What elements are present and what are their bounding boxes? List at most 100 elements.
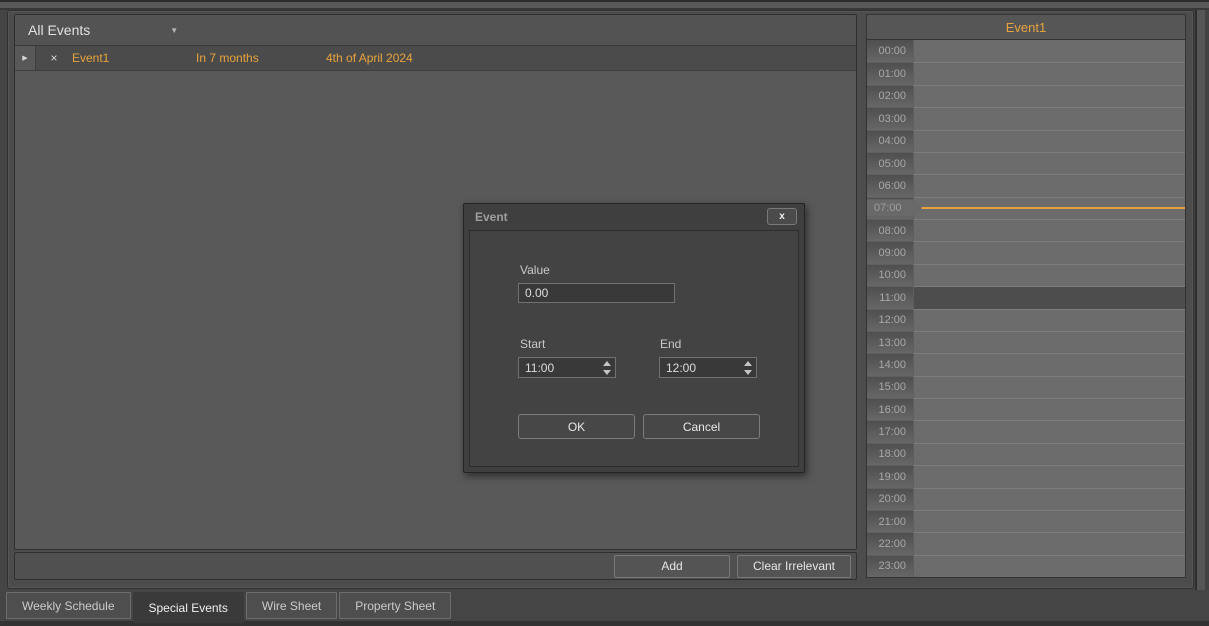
spin-up-icon[interactable]	[744, 361, 752, 366]
ok-button[interactable]: OK	[518, 414, 635, 439]
hour-row-11:00: 11:00	[867, 286, 1185, 308]
hour-cell[interactable]	[913, 465, 1185, 487]
event-recurrence-cell: In 7 months	[196, 51, 326, 65]
close-icon[interactable]: x	[767, 208, 797, 225]
hour-cell[interactable]	[913, 286, 1185, 308]
hour-row-20:00: 20:00	[867, 488, 1185, 510]
hour-cell[interactable]	[913, 309, 1185, 331]
top-toolbar-edge	[0, 0, 1209, 10]
hour-row-01:00: 01:00	[867, 62, 1185, 84]
window-right-edge	[1195, 10, 1209, 590]
tab-property-sheet[interactable]: Property Sheet	[339, 592, 451, 619]
hour-row-22:00: 22:00	[867, 532, 1185, 554]
hour-cell[interactable]	[913, 443, 1185, 465]
clear-irrelevant-button[interactable]: Clear Irrelevant	[737, 555, 851, 578]
time-marker-tag[interactable]: 07:00	[867, 199, 922, 216]
hour-label: 20:00	[867, 488, 913, 510]
hour-cell[interactable]	[913, 62, 1185, 84]
hour-label: 01:00	[867, 62, 913, 84]
hour-label: 09:00	[867, 241, 913, 263]
hour-cell[interactable]	[913, 85, 1185, 107]
dialog-body: Value Start End OK Cancel	[469, 230, 799, 467]
hour-label: 03:00	[867, 107, 913, 129]
delete-event-icon[interactable]: ×	[36, 51, 72, 65]
hour-row-14:00: 14:00	[867, 353, 1185, 375]
day-grid: 07:00 00:0001:0002:0003:0004:0005:0006:0…	[866, 40, 1186, 578]
hour-cell[interactable]	[913, 241, 1185, 263]
event-date-cell: 4th of April 2024	[326, 51, 856, 65]
hour-cell[interactable]	[913, 353, 1185, 375]
value-field[interactable]	[518, 283, 675, 303]
hour-label: 00:00	[867, 40, 913, 62]
hour-cell[interactable]	[913, 219, 1185, 241]
tab-weekly-schedule[interactable]: Weekly Schedule	[6, 592, 131, 619]
tab-wire-sheet[interactable]: Wire Sheet	[246, 592, 337, 619]
hour-row-17:00: 17:00	[867, 420, 1185, 442]
hour-label: 16:00	[867, 398, 913, 420]
start-time-field[interactable]	[519, 358, 598, 377]
hour-cell[interactable]	[913, 331, 1185, 353]
spin-down-icon[interactable]	[603, 370, 611, 375]
hour-label: 02:00	[867, 85, 913, 107]
hour-label: 15:00	[867, 376, 913, 398]
hour-cell[interactable]	[913, 420, 1185, 442]
end-spinner	[739, 358, 756, 377]
add-button[interactable]: Add	[614, 555, 730, 578]
hour-row-10:00: 10:00	[867, 264, 1185, 286]
hour-label: 12:00	[867, 309, 913, 331]
event-name-cell: Event1	[72, 51, 196, 65]
event-filter-label: All Events	[28, 22, 90, 38]
hour-cell[interactable]	[913, 510, 1185, 532]
hour-cell[interactable]	[913, 174, 1185, 196]
start-label: Start	[520, 337, 545, 351]
event-list-toolbar: Add Clear Irrelevant	[14, 552, 857, 580]
hour-cell[interactable]	[913, 152, 1185, 174]
hour-cell[interactable]	[913, 555, 1185, 577]
spin-down-icon[interactable]	[744, 370, 752, 375]
hour-cell[interactable]	[913, 130, 1185, 152]
hour-row-21:00: 21:00	[867, 510, 1185, 532]
end-time-field[interactable]	[660, 358, 739, 377]
hour-row-13:00: 13:00	[867, 331, 1185, 353]
event-list-row[interactable]: ▶ × Event1 In 7 months 4th of April 2024	[15, 46, 856, 71]
hour-row-12:00: 12:00	[867, 309, 1185, 331]
hour-label: 13:00	[867, 331, 913, 353]
day-schedule-panel: Event1 07:00 00:0001:0002:0003:0004:0005…	[866, 14, 1186, 578]
hour-label: 06:00	[867, 174, 913, 196]
value-label: Value	[520, 263, 550, 277]
hour-row-00:00: 00:00	[867, 40, 1185, 62]
hour-row-19:00: 19:00	[867, 465, 1185, 487]
hour-label: 04:00	[867, 130, 913, 152]
hour-cell[interactable]	[913, 376, 1185, 398]
hour-cell[interactable]	[913, 488, 1185, 510]
hour-label: 22:00	[867, 532, 913, 554]
hour-label: 17:00	[867, 420, 913, 442]
hour-label: 11:00	[867, 286, 913, 308]
spin-up-icon[interactable]	[603, 361, 611, 366]
hour-cell[interactable]	[913, 107, 1185, 129]
hour-cell[interactable]	[913, 398, 1185, 420]
event-dialog: Event x Value Start End OK Cancel	[463, 203, 805, 473]
hour-cell[interactable]	[913, 532, 1185, 554]
hour-row-05:00: 05:00	[867, 152, 1185, 174]
hour-row-03:00: 03:00	[867, 107, 1185, 129]
event-filter-dropdown[interactable]: All Events ▼	[15, 15, 856, 46]
hour-cell[interactable]	[913, 40, 1185, 62]
hour-cell[interactable]	[913, 264, 1185, 286]
cancel-button[interactable]: Cancel	[643, 414, 760, 439]
hour-label: 08:00	[867, 219, 913, 241]
expand-row-icon[interactable]: ▶	[15, 46, 36, 70]
view-tab-bar: Weekly ScheduleSpecial EventsWire SheetP…	[6, 592, 451, 621]
tab-special-events[interactable]: Special Events	[133, 592, 244, 623]
dialog-title: Event	[475, 210, 508, 224]
chevron-down-icon: ▼	[170, 26, 178, 35]
hour-row-02:00: 02:00	[867, 85, 1185, 107]
hour-row-16:00: 16:00	[867, 398, 1185, 420]
hour-label: 05:00	[867, 152, 913, 174]
hour-label: 21:00	[867, 510, 913, 532]
hour-row-06:00: 06:00	[867, 174, 1185, 196]
hour-row-18:00: 18:00	[867, 443, 1185, 465]
hour-row-15:00: 15:00	[867, 376, 1185, 398]
hour-label: 18:00	[867, 443, 913, 465]
time-marker-line	[913, 207, 1185, 209]
